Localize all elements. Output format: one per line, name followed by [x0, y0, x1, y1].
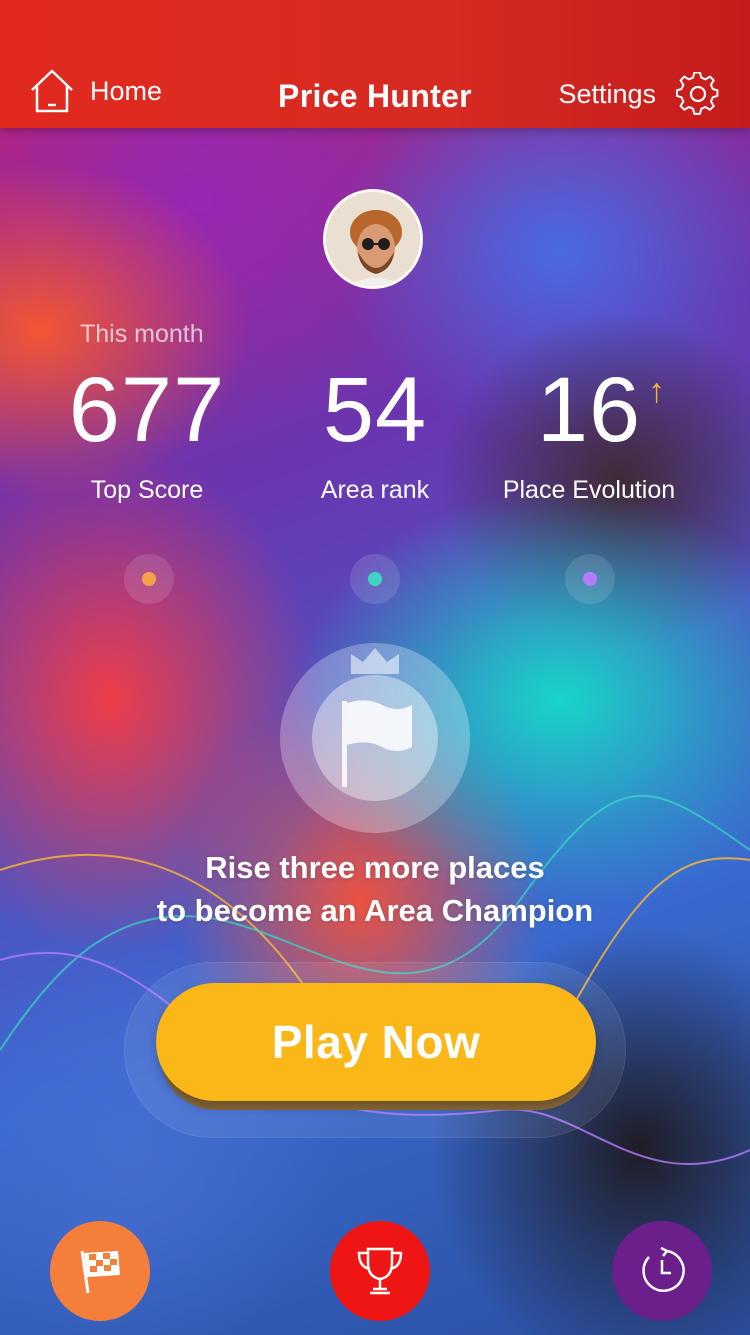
promo-message-line-1: Rise three more places [205, 850, 545, 885]
top-bar: Home Price Hunter Settings [0, 0, 750, 128]
area-rank-indicator[interactable] [350, 554, 400, 604]
top-score-label: Top Score [90, 476, 204, 504]
area-rank-stat: 54 Area rank [260, 360, 490, 505]
orange-dot-icon [142, 572, 156, 586]
game-home-screen: Home Price Hunter Settings This month 67… [0, 0, 750, 1335]
place-evolution-value: 16 [536, 359, 642, 461]
top-score-indicator[interactable] [124, 554, 174, 604]
place-evolution-label: Place Evolution [502, 476, 676, 504]
history-button[interactable] [612, 1221, 712, 1321]
race-button[interactable] [50, 1221, 150, 1321]
arrow-up-icon: ↑ [648, 372, 665, 410]
avatar-image [326, 192, 420, 286]
place-evolution-indicator[interactable] [565, 554, 615, 604]
gear-icon [676, 72, 719, 115]
settings-label: Settings [558, 78, 656, 109]
period-label: This month [80, 320, 204, 348]
teal-dot-icon [368, 572, 382, 586]
promo-message: Rise three more places to become an Area… [0, 846, 750, 932]
user-avatar[interactable] [323, 189, 423, 289]
promo-message-line-2: to become an Area Champion [156, 893, 594, 928]
crown-icon [351, 648, 399, 674]
checkered-flag-icon [80, 1250, 120, 1294]
settings-button[interactable]: Settings [558, 72, 720, 116]
trophy-icon [357, 1247, 403, 1295]
flag-icon [342, 700, 412, 787]
area-rank-value: 54 [322, 359, 428, 461]
purple-dot-icon [583, 572, 597, 586]
area-rank-label: Area rank [320, 476, 430, 504]
top-score-stat: 677 Top Score [32, 360, 262, 505]
top-score-value: 677 [68, 359, 226, 461]
badge-inner-circle [312, 675, 438, 801]
place-evolution-stat: 16 Place Evolution [474, 360, 704, 505]
play-now-button[interactable]: Play Now [156, 983, 596, 1101]
trophy-button[interactable] [330, 1221, 430, 1321]
history-clock-icon [642, 1246, 685, 1292]
